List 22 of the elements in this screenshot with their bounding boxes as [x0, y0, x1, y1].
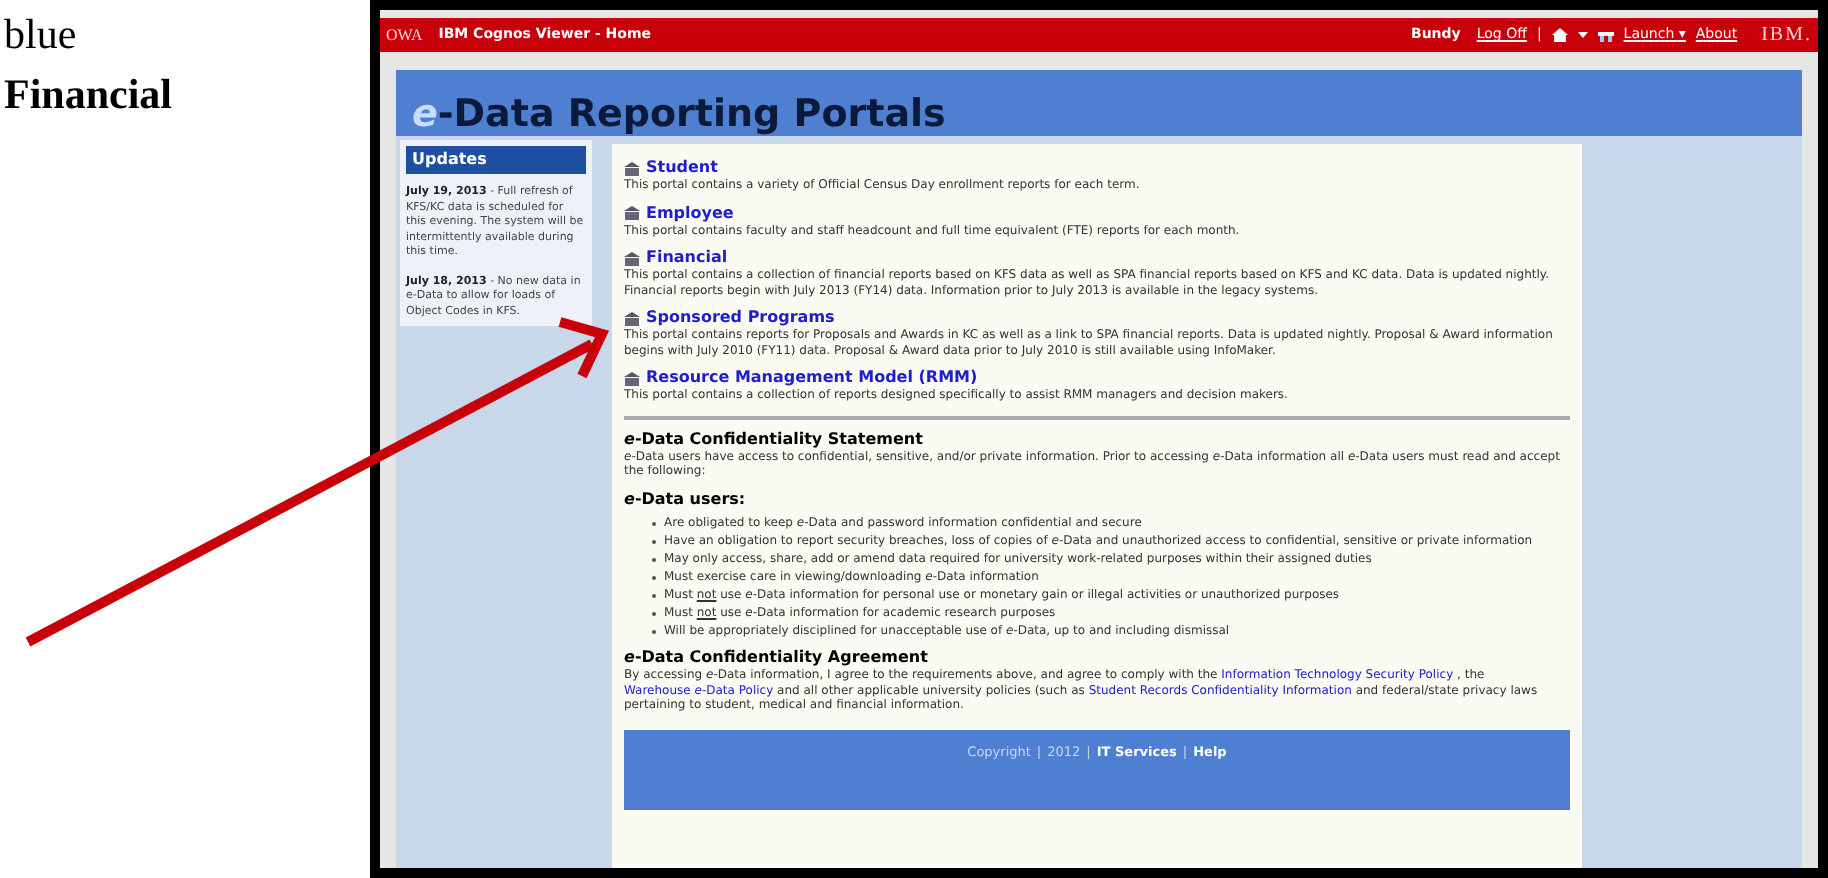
portal-link[interactable]: Financial	[646, 248, 728, 268]
portal-link[interactable]: Employee	[646, 203, 734, 223]
caret-icon[interactable]	[1577, 32, 1588, 38]
document-text: Financial	[4, 68, 175, 122]
page-header: e-Data Reporting Portals	[396, 70, 1802, 136]
building-icon	[624, 206, 640, 220]
portal-link[interactable]: Student	[646, 158, 718, 178]
launch-icon[interactable]	[1597, 29, 1614, 41]
building-icon	[624, 161, 640, 175]
section-title: e-Data Confidentiality Agreement	[624, 648, 930, 668]
section-title: e-Data users:	[624, 489, 748, 509]
building-icon	[624, 251, 640, 265]
portal-link[interactable]: Sponsored Programs	[646, 308, 835, 328]
panel-title: Updates	[406, 146, 586, 174]
brand-logo: OWA	[386, 23, 423, 47]
section-title: e-Data Confidentiality Statement	[624, 429, 925, 448]
home-icon[interactable]	[1551, 28, 1568, 42]
portal-link[interactable]: Resource Management Model (RMM)	[646, 368, 978, 388]
building-icon	[624, 371, 640, 385]
document-text: blue	[4, 8, 79, 62]
building-icon	[624, 311, 640, 325]
ibm-logo: IBM.	[1761, 22, 1812, 50]
